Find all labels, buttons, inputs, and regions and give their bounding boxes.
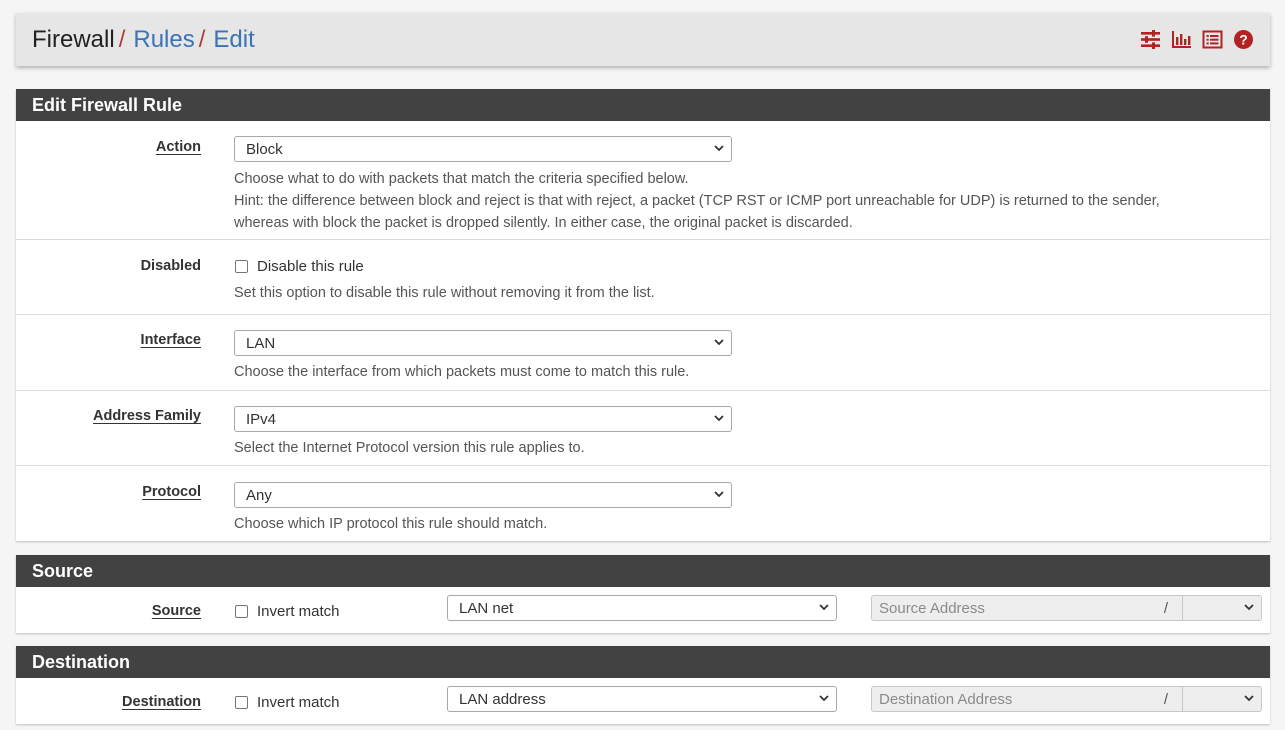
settings-sliders-icon[interactable]: [1140, 29, 1161, 50]
action-help-line2: Hint: the difference between block and r…: [234, 193, 1160, 209]
chevron-down-icon: [714, 339, 724, 346]
action-help: Choose what to do with packets that matc…: [234, 168, 1160, 234]
source-mask-select[interactable]: [1182, 595, 1262, 621]
address-family-select-value: IPv4: [246, 410, 277, 428]
breadcrumb-firewall: Firewall: [32, 25, 115, 53]
action-help-line3: whereas with block the packet is dropped…: [234, 215, 853, 231]
chevron-down-icon: [1244, 604, 1254, 611]
action-help-line1: Choose what to do with packets that matc…: [234, 171, 689, 187]
chevron-down-icon: [714, 491, 724, 498]
destination-mask-separator: /: [1149, 686, 1183, 712]
edit-rule-panel: Edit Firewall Rule Action Block Choose w…: [16, 89, 1270, 541]
breadcrumb-rules-link[interactable]: Rules: [133, 26, 194, 54]
source-mask-separator: /: [1149, 595, 1183, 621]
interface-label[interactable]: Interface: [141, 332, 201, 348]
header-icon-bar: ?: [1140, 13, 1254, 66]
destination-invert-label[interactable]: Invert match: [257, 694, 340, 711]
address-family-row: Address Family IPv4 Select the Internet …: [16, 391, 1270, 466]
source-label[interactable]: Source: [152, 603, 201, 619]
address-family-help: Select the Internet Protocol version thi…: [234, 440, 585, 456]
protocol-select[interactable]: Any: [234, 482, 732, 508]
interface-help: Choose the interface from which packets …: [234, 364, 690, 380]
action-row: Action Block Choose what to do with pack…: [16, 121, 1270, 240]
disabled-label: Disabled: [140, 258, 201, 274]
source-address-input[interactable]: Source Address: [871, 595, 1150, 621]
disabled-row: Disabled Disable this rule Set this opti…: [16, 240, 1270, 315]
page-header: Firewall / Rules / Edit ?: [16, 13, 1270, 66]
chevron-down-icon: [819, 604, 829, 611]
destination-label[interactable]: Destination: [122, 694, 201, 710]
action-select-value: Block: [246, 140, 283, 158]
action-select[interactable]: Block: [234, 136, 732, 162]
interface-row: Interface LAN Choose the interface from …: [16, 315, 1270, 391]
chevron-down-icon: [819, 695, 829, 702]
interface-select[interactable]: LAN: [234, 330, 732, 356]
address-family-select[interactable]: IPv4: [234, 406, 732, 432]
source-type-value: LAN net: [459, 599, 514, 617]
destination-row: Destination Invert match LAN address Des…: [16, 678, 1270, 724]
source-row: Source Invert match LAN net Source Addre…: [16, 587, 1270, 633]
panel-title: Edit Firewall Rule: [16, 89, 1270, 121]
protocol-select-value: Any: [246, 486, 272, 504]
breadcrumb-separator: /: [118, 25, 126, 53]
source-panel: Source Source Invert match LAN net Sourc…: [16, 555, 1270, 633]
address-family-label[interactable]: Address Family: [93, 408, 201, 424]
panel-title: Destination: [16, 646, 1270, 678]
source-invert-label[interactable]: Invert match: [257, 603, 340, 620]
destination-panel: Destination Destination Invert match LAN…: [16, 646, 1270, 724]
breadcrumb-edit-link[interactable]: Edit: [213, 26, 254, 54]
destination-type-value: LAN address: [459, 690, 546, 708]
disabled-help: Set this option to disable this rule wit…: [234, 285, 655, 301]
protocol-row: Protocol Any Choose which IP protocol th…: [16, 466, 1270, 541]
action-label[interactable]: Action: [156, 139, 201, 155]
svg-text:?: ?: [1239, 32, 1248, 48]
disable-rule-checkbox-label[interactable]: Disable this rule: [257, 258, 364, 275]
disable-rule-checkbox[interactable]: [235, 260, 248, 273]
protocol-help: Choose which IP protocol this rule shoul…: [234, 516, 548, 532]
destination-type-select[interactable]: LAN address: [447, 686, 837, 712]
chevron-down-icon: [714, 415, 724, 422]
source-type-select[interactable]: LAN net: [447, 595, 837, 621]
list-icon[interactable]: [1202, 29, 1223, 50]
chevron-down-icon: [1244, 695, 1254, 702]
source-invert-checkbox[interactable]: [235, 605, 248, 618]
help-icon[interactable]: ?: [1233, 29, 1254, 50]
panel-title: Source: [16, 555, 1270, 587]
interface-select-value: LAN: [246, 334, 276, 352]
destination-mask-select[interactable]: [1182, 686, 1262, 712]
breadcrumb-separator: /: [198, 25, 206, 53]
chevron-down-icon: [714, 145, 724, 152]
protocol-label[interactable]: Protocol: [142, 484, 201, 500]
destination-invert-checkbox[interactable]: [235, 696, 248, 709]
destination-address-input[interactable]: Destination Address: [871, 686, 1150, 712]
bar-chart-icon[interactable]: [1171, 29, 1192, 50]
